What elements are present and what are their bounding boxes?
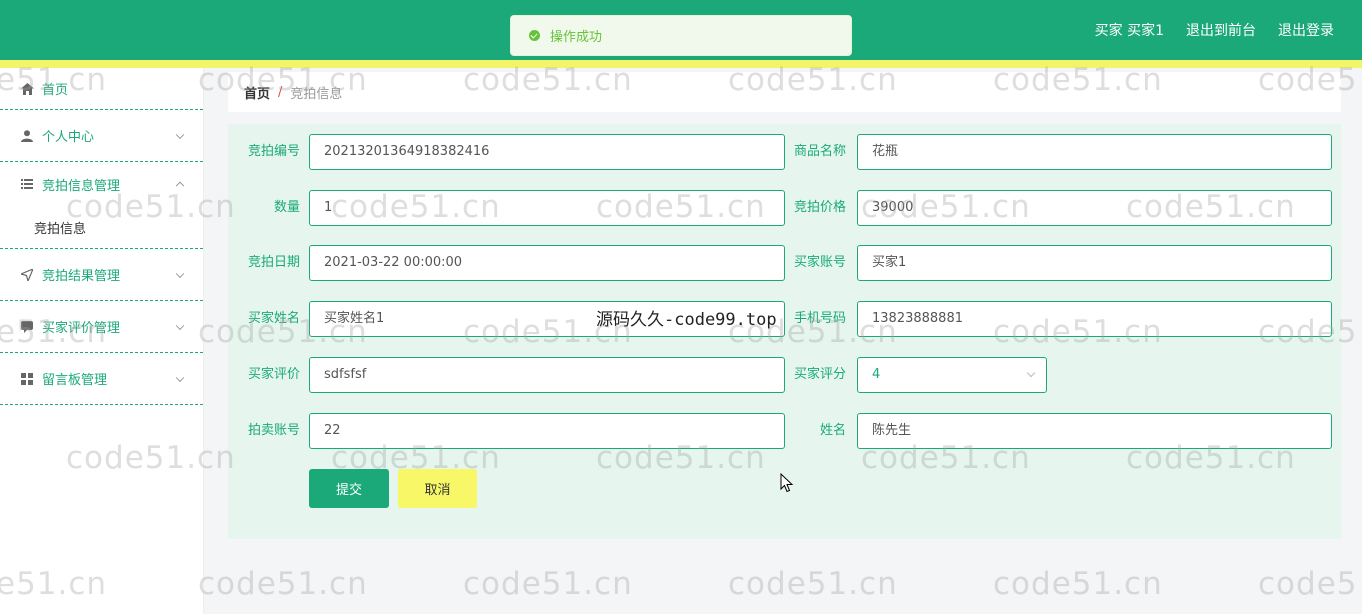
- auction-price-input[interactable]: 39000: [857, 190, 1332, 226]
- sidebar-item-buyer-review-management[interactable]: 买家评价管理: [0, 301, 203, 353]
- cancel-button[interactable]: 取消: [398, 469, 477, 508]
- breadcrumb: 首页 / 竞拍信息: [228, 72, 1341, 112]
- buyer-name-input[interactable]: 买家姓名1: [309, 301, 785, 337]
- chevron-down-icon: [175, 269, 185, 278]
- success-toast: 操作成功: [510, 15, 852, 56]
- seller-account-label: 拍卖账号: [247, 423, 300, 438]
- watermark: code51.cn: [463, 566, 633, 602]
- toast-message: 操作成功: [550, 30, 603, 45]
- chevron-up-icon: [175, 181, 185, 191]
- breadcrumb-current: 竞拍信息: [290, 86, 343, 102]
- sidebar-item-label: 个人中心: [42, 130, 95, 145]
- sidebar-item-label: 买家评价管理: [42, 321, 121, 336]
- breadcrumb-separator: /: [278, 84, 283, 100]
- sidebar-item-label: 竞拍结果管理: [42, 269, 121, 284]
- sidebar-group-auction-info: 竞拍信息管理 竞拍信息: [0, 162, 203, 249]
- chat-icon: [20, 320, 34, 334]
- home-icon: [20, 82, 34, 96]
- breadcrumb-home[interactable]: 首页: [244, 83, 270, 102]
- auction-price-label: 竞拍价格: [793, 200, 846, 215]
- sidebar-item-auction-info-management[interactable]: 竞拍信息管理: [0, 162, 203, 206]
- auction-date-label: 竞拍日期: [247, 255, 300, 270]
- watermark: code5: [1258, 566, 1358, 602]
- chevron-down-icon: [1026, 368, 1036, 378]
- buyer-account-input[interactable]: 买家1: [857, 245, 1332, 281]
- sidebar-item-auction-result-management[interactable]: 竞拍结果管理: [0, 249, 203, 301]
- chevron-down-icon: [175, 321, 185, 330]
- auction-date-input[interactable]: 2021-03-22 00:00:00: [309, 245, 785, 281]
- current-user-label: 买家 买家1: [1094, 23, 1164, 39]
- buyer-review-label: 买家评价: [247, 367, 300, 382]
- seller-account-input[interactable]: 22: [309, 413, 785, 449]
- header-links: 买家 买家1 退出到前台 退出登录: [1095, 0, 1334, 60]
- sidebar-item-label: 首页: [42, 83, 69, 98]
- product-name-label: 商品名称: [793, 144, 846, 159]
- phone-label: 手机号码: [793, 311, 846, 326]
- sidebar-item-label: 竞拍信息管理: [42, 178, 121, 194]
- logout-link[interactable]: 退出登录: [1278, 20, 1334, 40]
- sidebar-item-home[interactable]: 首页: [0, 68, 203, 110]
- chevron-down-icon: [175, 130, 185, 139]
- auction-no-input[interactable]: 20213201364918382416: [309, 134, 785, 170]
- watermark: code51.cn: [993, 566, 1163, 602]
- chevron-down-icon: [175, 373, 185, 382]
- header-accent-strip: [0, 60, 1362, 68]
- exit-to-front-link[interactable]: 退出到前台: [1186, 20, 1256, 40]
- success-check-icon: [529, 30, 540, 41]
- quantity-label: 数量: [273, 200, 300, 215]
- phone-input[interactable]: 13823888881: [857, 301, 1332, 337]
- sidebar-item-message-board-management[interactable]: 留言板管理: [0, 353, 203, 405]
- sidebar-subitem-auction-info[interactable]: 竞拍信息: [0, 206, 203, 248]
- buyer-score-value: 4: [872, 367, 881, 382]
- watermark: code51.cn: [198, 566, 368, 602]
- quantity-input[interactable]: 1: [309, 190, 785, 226]
- grid-icon: [20, 372, 34, 386]
- watermark: code51.cn: [728, 566, 898, 602]
- buyer-score-select[interactable]: 4: [857, 357, 1047, 393]
- seller-name-label: 姓名: [819, 423, 846, 438]
- buyer-name-label: 买家姓名: [247, 311, 300, 326]
- user-icon: [20, 129, 34, 143]
- submit-button[interactable]: 提交: [309, 469, 389, 508]
- buyer-score-label: 买家评分: [793, 367, 846, 382]
- mouse-cursor-icon: [780, 473, 794, 493]
- auction-no-label: 竞拍编号: [247, 144, 300, 159]
- sidebar-item-personal-center[interactable]: 个人中心: [0, 110, 203, 162]
- sidebar-item-label: 留言板管理: [42, 373, 108, 388]
- send-icon: [20, 268, 34, 282]
- sidebar: 首页 个人中心 竞拍信息管理 竞拍信息 竞拍结果管理 买家评价管理 留言板管理: [0, 68, 204, 614]
- buyer-review-input[interactable]: sdfsfsf: [309, 357, 785, 393]
- buyer-account-label: 买家账号: [793, 255, 846, 270]
- product-name-input[interactable]: 花瓶: [857, 134, 1332, 170]
- seller-name-input[interactable]: 陈先生: [857, 413, 1332, 449]
- list-icon: [20, 177, 34, 191]
